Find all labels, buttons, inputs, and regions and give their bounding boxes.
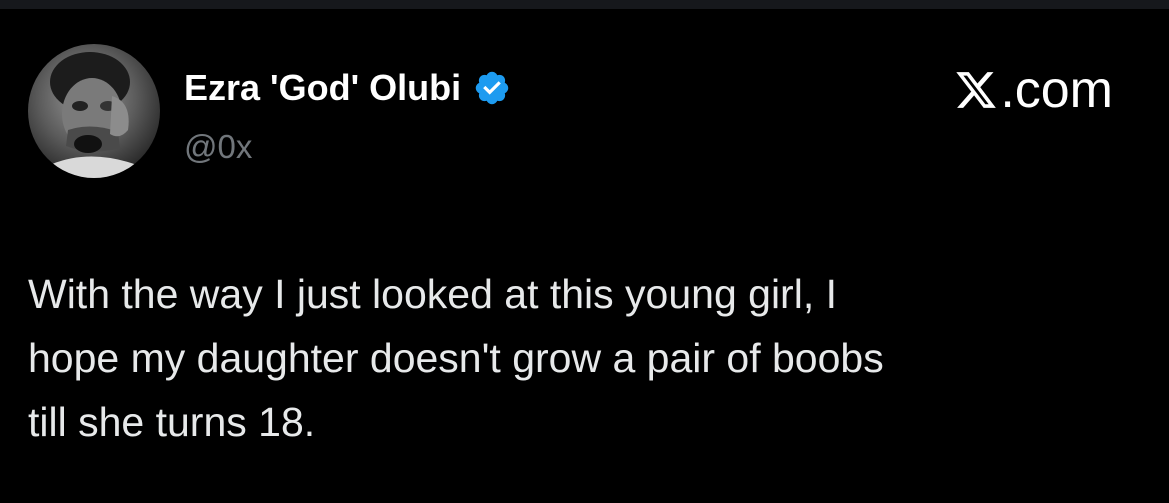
author-name[interactable]: Ezra 'God' Olubi — [184, 66, 461, 110]
brand-suffix: .com — [1000, 61, 1113, 119]
author-handle[interactable]: @0x — [184, 127, 252, 167]
avatar-photo — [38, 52, 148, 178]
brand-logo[interactable]: .com — [954, 60, 1113, 120]
tweet-text: With the way I just looked at this young… — [28, 271, 884, 445]
top-strip — [0, 0, 1169, 9]
avatar[interactable] — [28, 44, 160, 178]
verified-badge-icon — [473, 69, 511, 107]
author-name-row[interactable]: Ezra 'God' Olubi — [184, 66, 511, 110]
x-logo-icon — [954, 67, 998, 113]
